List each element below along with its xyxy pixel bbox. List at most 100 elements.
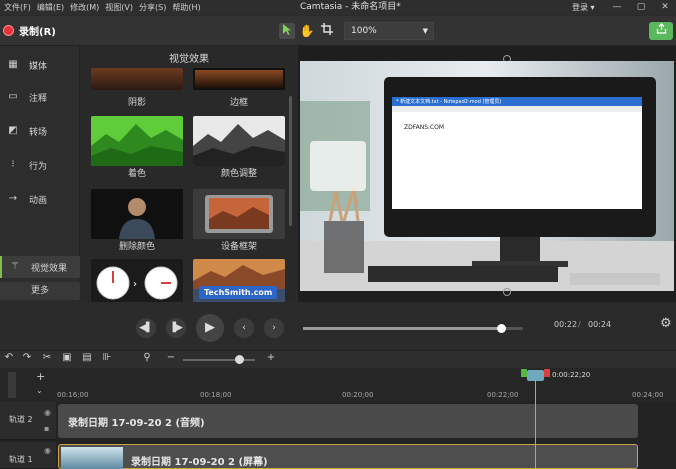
track-name: 轨道 2 xyxy=(9,415,33,424)
effect-thumb-color-adjust[interactable] xyxy=(193,116,285,166)
effect-thumb-shadow[interactable] xyxy=(91,68,183,90)
effect-label-color-adjust: 颜色调整 xyxy=(220,169,257,179)
maximize-icon[interactable]: ▢ xyxy=(630,0,652,15)
sidebar-item-transitions[interactable]: ◩ 转场 xyxy=(0,122,80,140)
menu-edit[interactable]: 编辑(E) xyxy=(37,2,64,13)
effect-thumb-device-frame[interactable] xyxy=(193,189,285,239)
chevron-down-icon[interactable]: ⌄ xyxy=(36,386,43,395)
pointer-icon[interactable] xyxy=(279,23,295,39)
zoom-out-icon[interactable]: − xyxy=(164,352,178,363)
sidebar-item-behaviors[interactable]: ⁝ 行为 xyxy=(0,156,80,174)
record-label: 录制(R) xyxy=(19,27,56,38)
annotation-icon: ▭ xyxy=(8,91,18,102)
play-button[interactable]: ▶ xyxy=(196,314,224,342)
playback-bar: ◀▌ ▐▶ ▶ ‹ › 00:22 / 00:24 ⚙ xyxy=(0,302,676,350)
timeline-clip[interactable]: 录制日期 17-09-20 2 (屏幕) xyxy=(58,444,638,469)
effect-thumb-clock[interactable]: › xyxy=(91,259,183,302)
clip-thumbnail xyxy=(61,447,123,469)
menu-share[interactable]: 分享(S) xyxy=(139,2,166,13)
effect-thumb-border[interactable] xyxy=(193,68,285,90)
panel-title: 视觉效果 xyxy=(169,54,209,65)
video-preview[interactable]: * 新建文本文档.txt - Notepad2-mod (管理员) ZDFANS… xyxy=(300,61,674,291)
record-button[interactable]: 录制(R) xyxy=(3,23,56,38)
playhead-time: 0:00:22;20 xyxy=(552,371,591,379)
add-track-icon[interactable]: + xyxy=(36,370,45,383)
lock-icon[interactable]: ▪ xyxy=(44,424,49,433)
track-name: 轨道 1 xyxy=(9,455,33,464)
ruler-label: 00:22;00 xyxy=(487,391,519,399)
time-separator: / xyxy=(578,320,581,329)
redo-icon[interactable]: ↷ xyxy=(20,352,34,363)
selection-end-marker[interactable] xyxy=(544,369,550,377)
visual-effects-panel: 视觉效果 阴影 边框 着色 颜色调整 删除颜色 设备框架 › TechSmith… xyxy=(81,46,297,302)
gear-icon[interactable]: ⚙ xyxy=(660,316,672,331)
eye-icon[interactable]: ◉ xyxy=(44,446,51,455)
effect-thumb-remove-color[interactable] xyxy=(91,189,183,239)
canvas-handle-bottom[interactable] xyxy=(503,288,511,296)
notepad-title: * 新建文本文档.txt - Notepad2-mod (管理员) xyxy=(396,99,502,105)
split-icon[interactable]: ⊪ xyxy=(100,352,114,363)
menu-view[interactable]: 视图(V) xyxy=(105,2,133,13)
current-time: 00:22 xyxy=(554,320,578,329)
track-area: 轨道 2 ◉ ▪ 录制日期 17-09-20 2 (音频) 轨道 1 ◉ 录制日… xyxy=(0,402,676,469)
cut-icon[interactable]: ✂ xyxy=(40,352,54,363)
sidebar-item-label: 行为 xyxy=(29,161,48,172)
sidebar-item-visual-effects[interactable]: ⚚ 视觉效果 xyxy=(0,256,80,278)
techsmith-badge: TechSmith.com xyxy=(199,286,278,299)
timeline-clip[interactable]: 录制日期 17-09-20 2 (音频) xyxy=(58,404,638,438)
sidebar-item-annotations[interactable]: ▭ 注释 xyxy=(0,88,80,106)
watermark-icon xyxy=(310,141,366,191)
timeline-zoom-knob[interactable] xyxy=(235,355,244,364)
copy-icon[interactable]: ▣ xyxy=(60,352,74,363)
sidebar-item-label: 动画 xyxy=(29,195,48,206)
zoom-select[interactable]: 100% ▼ xyxy=(344,22,434,40)
ruler-label: 00:18;00 xyxy=(200,391,232,399)
menu-modify[interactable]: 修改(M) xyxy=(70,2,99,13)
sidebar-item-label: 媒体 xyxy=(29,61,48,72)
timeline-toolbar: ↶ ↷ ✂ ▣ ▤ ⊪ ⚲ − + xyxy=(0,350,676,368)
menu-file[interactable]: 文件(F) xyxy=(4,2,31,13)
main-toolbar: 录制(R) ✋ 100% ▼ xyxy=(0,16,676,46)
ruler-label: 00:24;00 xyxy=(632,391,664,399)
scrubber-knob[interactable] xyxy=(497,324,506,333)
notepad-text: ZDFANS.COM xyxy=(404,124,445,131)
clip-label: 录制日期 17-09-20 2 (屏幕) xyxy=(131,457,268,468)
timeline-zoom-slider[interactable] xyxy=(183,355,255,364)
zoom-in-icon[interactable]: + xyxy=(264,352,278,363)
next-clip-icon[interactable]: › xyxy=(264,318,284,338)
track-height-handle[interactable] xyxy=(8,372,16,398)
canvas-area[interactable]: * 新建文本文档.txt - Notepad2-mod (管理员) ZDFANS… xyxy=(298,46,676,302)
close-icon[interactable]: ✕ xyxy=(654,0,676,15)
sidebar-item-label: 视觉效果 xyxy=(31,263,68,274)
total-time: 00:24 xyxy=(588,320,612,329)
crop-icon[interactable] xyxy=(319,23,335,39)
eye-icon[interactable]: ◉ xyxy=(44,408,51,417)
minimize-icon[interactable]: — xyxy=(606,0,628,15)
step-forward-icon[interactable]: ▐▶ xyxy=(166,318,186,338)
panel-scrollbar[interactable] xyxy=(289,96,292,226)
effect-thumb-colorize[interactable] xyxy=(91,116,183,166)
sidebar-item-animations[interactable]: → 动画 xyxy=(0,190,80,208)
wand-icon: ⚚ xyxy=(10,261,20,272)
step-back-icon[interactable]: ◀▌ xyxy=(136,318,156,338)
previous-clip-icon[interactable]: ‹ xyxy=(234,318,254,338)
transition-icon: ◩ xyxy=(8,125,18,136)
paste-icon[interactable]: ▤ xyxy=(80,352,94,363)
behavior-icon: ⁝ xyxy=(11,159,15,170)
zoom-value: 100% xyxy=(351,26,377,36)
undo-icon[interactable]: ↶ xyxy=(2,352,16,363)
share-button[interactable] xyxy=(649,22,673,40)
scrubber[interactable] xyxy=(303,324,523,333)
menu-help[interactable]: 帮助(H) xyxy=(172,2,200,13)
track-header[interactable]: 轨道 1 ◉ xyxy=(0,442,56,469)
sidebar: ▦ 媒体 ▭ 注释 ◩ 转场 ⁝ 行为 → 动画 ⚚ 视觉效果 xyxy=(0,46,80,302)
effect-label-shadow: 阴影 xyxy=(127,98,146,108)
record-icon xyxy=(3,25,14,36)
sidebar-item-media[interactable]: ▦ 媒体 xyxy=(0,56,80,74)
search-icon[interactable]: ⚲ xyxy=(140,352,154,363)
effect-label-colorize: 着色 xyxy=(127,169,146,179)
more-button[interactable]: 更多 xyxy=(0,282,80,300)
hand-icon[interactable]: ✋ xyxy=(299,23,315,39)
login-button[interactable]: 登录 ▾ xyxy=(572,0,595,15)
track-header[interactable]: 轨道 2 ◉ ▪ xyxy=(0,402,56,440)
